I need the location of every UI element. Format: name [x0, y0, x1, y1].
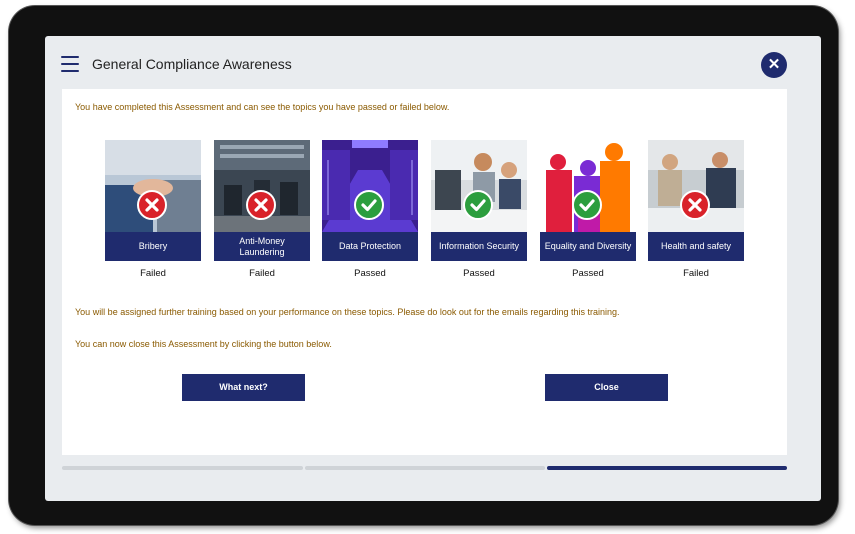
topic-data-protection: Data Protection Passed	[322, 140, 418, 279]
topic-result: Passed	[354, 268, 386, 279]
bribery-image	[105, 140, 201, 232]
anti-money-laundering-image	[214, 140, 310, 232]
training-note: You will be assigned further training ba…	[75, 307, 620, 317]
app-screen: General Compliance Awareness ✕ You have …	[45, 36, 821, 501]
topic-result: Failed	[140, 268, 166, 279]
fail-icon	[680, 190, 710, 220]
topic-label: Data Protection	[322, 232, 418, 261]
check-icon	[463, 190, 493, 220]
assessment-card: You have completed this Assessment and c…	[62, 89, 787, 455]
close-instruction: You can now close this Assessment by cli…	[75, 339, 332, 349]
progress-step-2	[305, 466, 545, 470]
tablet-frame: General Compliance Awareness ✕ You have …	[9, 6, 838, 525]
progress-step-1	[62, 466, 303, 470]
topic-result: Failed	[683, 268, 709, 279]
topic-anti-money-laundering: Anti-Money Laundering Failed	[214, 140, 310, 279]
menu-icon[interactable]	[61, 56, 79, 72]
equality-and-diversity-image	[540, 140, 636, 232]
information-security-image	[431, 140, 527, 232]
topic-label: Anti-Money Laundering	[214, 232, 310, 261]
topic-label: Information Security	[431, 232, 527, 261]
progress-step-3	[547, 466, 787, 470]
fail-icon	[246, 190, 276, 220]
topic-label: Bribery	[105, 232, 201, 261]
what-next-button[interactable]: What next?	[182, 374, 305, 401]
topic-result: Passed	[572, 268, 604, 279]
header: General Compliance Awareness ✕	[45, 36, 821, 92]
topic-label: Health and safety	[648, 232, 744, 261]
topic-label: Equality and Diversity	[540, 232, 636, 261]
check-icon	[354, 190, 384, 220]
topic-bribery: Bribery Failed	[105, 140, 201, 279]
check-icon	[572, 190, 602, 220]
topic-result: Passed	[463, 268, 495, 279]
intro-text: You have completed this Assessment and c…	[75, 102, 450, 112]
page-title: General Compliance Awareness	[92, 56, 292, 72]
health-and-safety-image	[648, 140, 744, 232]
topic-result: Failed	[249, 268, 275, 279]
close-button[interactable]: Close	[545, 374, 668, 401]
topic-information-security: Information Security Passed	[431, 140, 527, 279]
topic-equality-and-diversity: Equality and Diversity Passed	[540, 140, 636, 279]
topic-health-and-safety: Health and safety Failed	[648, 140, 744, 279]
fail-icon	[137, 190, 167, 220]
data-protection-image	[322, 140, 418, 232]
close-icon[interactable]: ✕	[761, 52, 787, 78]
